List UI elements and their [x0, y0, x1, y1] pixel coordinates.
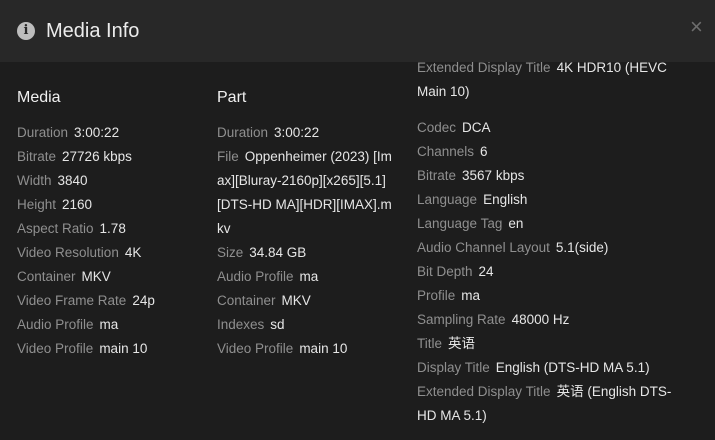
info-row: File Oppenheimer (2023) [Imax][Bluray-216…	[217, 145, 397, 241]
info-row: Sampling Rate 48000 Hz	[417, 308, 687, 332]
row-value: MKV	[281, 293, 311, 308]
row-value: 24	[478, 264, 494, 279]
info-row: Audio Channel Layout 5.1(side)	[417, 236, 687, 260]
row-key: Language Tag	[417, 216, 503, 231]
row-key: Indexes	[217, 317, 265, 332]
media-heading: Media	[17, 89, 61, 106]
file-name-value: Oppenheimer (2023) [Imax][Bluray-2160p][…	[217, 149, 392, 236]
row-value: 6	[480, 144, 488, 159]
row-key: Video Profile	[217, 341, 294, 356]
row-key: Bit Depth	[417, 264, 473, 279]
row-value: 34.84 GB	[249, 245, 307, 260]
row-key: Language	[417, 192, 478, 207]
part-heading: Part	[217, 89, 247, 106]
media-column: Media Duration 3:00:22 Bitrate 27726 kbps …	[17, 86, 207, 361]
row-key: Audio Profile	[217, 269, 294, 284]
row-key: Title	[417, 336, 443, 351]
info-row: Video Profile main 10	[17, 337, 207, 361]
row-key: Container	[17, 269, 76, 284]
info-row: Size 34.84 GB	[217, 241, 397, 265]
info-row: Bit Depth 24	[417, 260, 687, 284]
part-column: Part Duration 3:00:22 File Oppenheimer (20…	[217, 86, 397, 361]
info-row: Extended Display Title 4K HDR10 (HEVC Mai…	[417, 62, 687, 104]
row-value: 3:00:22	[74, 125, 120, 140]
row-key: Size	[217, 245, 244, 260]
row-value: 24p	[132, 293, 155, 308]
row-key: Duration	[17, 125, 69, 140]
row-value: en	[508, 216, 524, 231]
info-icon: i	[17, 22, 35, 40]
row-value: main 10	[299, 341, 348, 356]
row-value: 2160	[62, 197, 93, 212]
row-value: 4K	[124, 245, 142, 260]
row-value: 5.1(side)	[555, 240, 609, 255]
dialog-title: Media Info	[46, 20, 140, 42]
row-key: Extended Display Title	[417, 62, 551, 75]
info-row: Profile ma	[417, 284, 687, 308]
row-value: 3567 kbps	[462, 168, 525, 183]
row-key: Channels	[417, 144, 475, 159]
row-key: Bitrate	[417, 168, 457, 183]
row-value: English	[483, 192, 528, 207]
info-row: Language English	[417, 188, 687, 212]
info-row: Width 3840	[17, 169, 207, 193]
row-value: 3840	[57, 173, 88, 188]
info-row: Height 2160	[17, 193, 207, 217]
row-key: Extended Display Title	[417, 384, 551, 399]
row-value: ma	[461, 288, 481, 303]
info-row: Container MKV	[217, 289, 397, 313]
info-row: Video Frame Rate 24p	[17, 289, 207, 313]
info-row: Duration 3:00:22	[17, 121, 207, 145]
row-value: sd	[270, 317, 285, 332]
row-key: Duration	[217, 125, 269, 140]
info-row: Aspect Ratio 1.78	[17, 217, 207, 241]
info-row: Extended Display Title 英语 (English DTS-HD…	[417, 380, 687, 428]
info-row: Indexes sd	[217, 313, 397, 337]
row-key: Bitrate	[17, 149, 57, 164]
stream-column: Extended Display Title 4K HDR10 (HEVC Mai…	[417, 62, 687, 428]
row-value: 27726 kbps	[62, 149, 132, 164]
close-icon[interactable]: ×	[690, 15, 703, 39]
dialog-header: i Media Info ×	[0, 0, 715, 62]
info-row: Audio Profile ma	[217, 265, 397, 289]
info-row: Channels 6	[417, 140, 687, 164]
row-value: ma	[299, 269, 319, 284]
row-key: Video Profile	[17, 341, 94, 356]
row-key: Video Resolution	[17, 245, 119, 260]
row-value: main 10	[99, 341, 148, 356]
row-key: Height	[17, 197, 57, 212]
row-key: Container	[217, 293, 276, 308]
row-key: Profile	[417, 288, 456, 303]
row-value: MKV	[81, 269, 111, 284]
info-row: Container MKV	[17, 265, 207, 289]
row-value: 3:00:22	[274, 125, 320, 140]
row-key: Audio Profile	[17, 317, 94, 332]
row-value: 1.78	[99, 221, 126, 236]
row-key: Sampling Rate	[417, 312, 506, 327]
info-row: Codec DCA	[417, 116, 687, 140]
media-info-panel[interactable]: Media Duration 3:00:22 Bitrate 27726 kbps …	[0, 62, 715, 440]
row-key: Codec	[417, 120, 457, 135]
info-row: Audio Profile ma	[17, 313, 207, 337]
info-row: Video Profile main 10	[217, 337, 397, 361]
info-row: Language Tag en	[417, 212, 687, 236]
row-value: DCA	[462, 120, 491, 135]
row-key: Video Frame Rate	[17, 293, 127, 308]
info-row: Bitrate 27726 kbps	[17, 145, 207, 169]
row-value: English (DTS-HD MA 5.1)	[495, 360, 650, 375]
row-key: File	[217, 149, 239, 164]
row-value: 48000 Hz	[511, 312, 570, 327]
row-key: Width	[17, 173, 52, 188]
row-key: Display Title	[417, 360, 490, 375]
info-row: Video Resolution 4K	[17, 241, 207, 265]
row-key: Aspect Ratio	[17, 221, 94, 236]
info-row: Display Title English (DTS-HD MA 5.1)	[417, 356, 687, 380]
row-value: 英语	[448, 336, 476, 351]
info-row: Bitrate 3567 kbps	[417, 164, 687, 188]
row-value: ma	[99, 317, 119, 332]
info-row: Duration 3:00:22	[217, 121, 397, 145]
row-key: Audio Channel Layout	[417, 240, 550, 255]
info-row: Title 英语	[417, 332, 687, 356]
